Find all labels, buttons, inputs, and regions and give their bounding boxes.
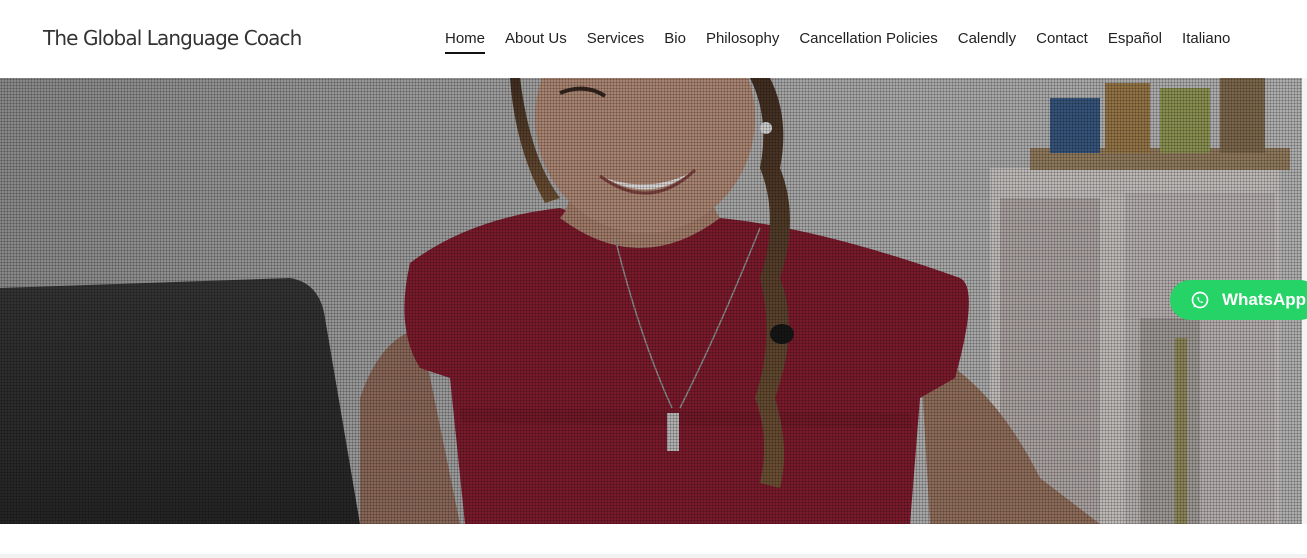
main-navigation: Home About Us Services Bio Philosophy Ca… — [445, 30, 1230, 54]
whatsapp-button[interactable]: WhatsApp — [1170, 280, 1307, 320]
nav-item-calendly[interactable]: Calendly — [958, 30, 1016, 52]
nav-item-italiano[interactable]: Italiano — [1182, 30, 1230, 52]
nav-item-home[interactable]: Home — [445, 30, 486, 54]
nav-item-bio[interactable]: Bio — [664, 30, 686, 52]
page-content-start — [0, 524, 1307, 558]
whatsapp-icon — [1191, 291, 1209, 309]
nav-item-cancellation-policies[interactable]: Cancellation Policies — [799, 30, 937, 52]
nav-item-philosophy[interactable]: Philosophy — [706, 30, 779, 52]
nav-item-about-us[interactable]: About Us — [505, 30, 567, 52]
whatsapp-label: WhatsApp — [1222, 290, 1307, 309]
site-header: The Global Language Coach Home About Us … — [0, 0, 1307, 78]
site-title-link[interactable]: The Global Language Coach — [43, 26, 302, 50]
hero-banner — [0, 78, 1302, 524]
nav-item-services[interactable]: Services — [587, 30, 645, 52]
nav-item-contact[interactable]: Contact — [1036, 30, 1088, 52]
nav-item-espanol[interactable]: Español — [1108, 30, 1162, 52]
hero-image — [0, 78, 1302, 524]
